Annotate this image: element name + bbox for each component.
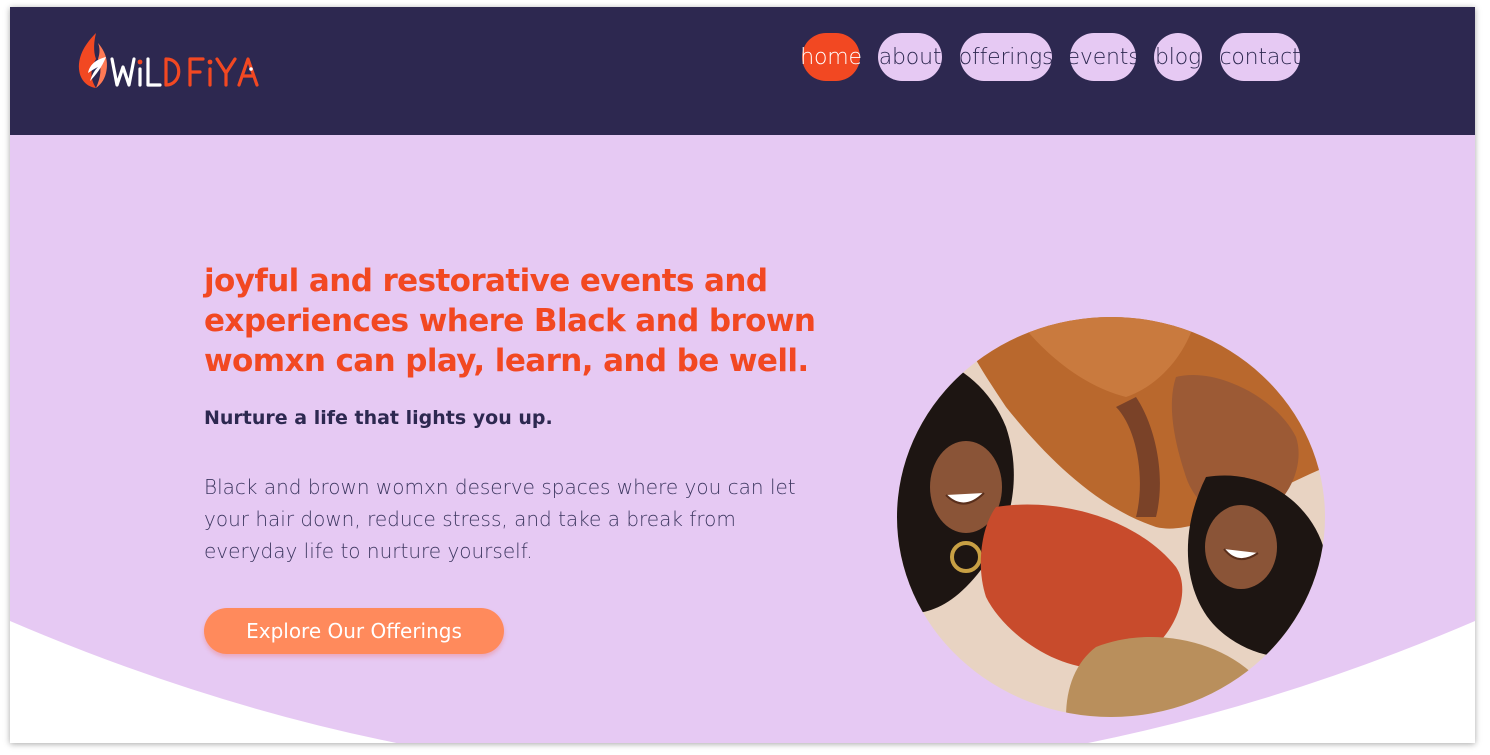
hero-headline: joyful and restorative events and experi…	[204, 263, 816, 379]
nav-about[interactable]: about	[878, 33, 942, 81]
explore-offerings-button[interactable]: Explore Our Offerings	[204, 608, 504, 654]
nav-home[interactable]: home	[800, 33, 862, 81]
browser-viewport: home about offerings events blog contact…	[10, 7, 1475, 743]
nav-offerings[interactable]: offerings	[959, 33, 1053, 81]
hero-subheadline: Nurture a life that lights you up.	[204, 407, 553, 429]
nav-contact[interactable]: contact	[1220, 33, 1301, 81]
wildfiya-logo[interactable]	[76, 29, 276, 91]
hero-section: joyful and restorative events and experi…	[10, 135, 1475, 743]
hero-photo	[897, 317, 1325, 717]
site-header: home about offerings events blog contact	[10, 7, 1475, 135]
nav-events[interactable]: events	[1067, 33, 1140, 81]
nav-blog[interactable]: blog	[1154, 33, 1202, 81]
hero-body-text: Black and brown womxn deserve spaces whe…	[204, 475, 796, 563]
main-nav: home about offerings events blog contact	[800, 33, 1301, 81]
